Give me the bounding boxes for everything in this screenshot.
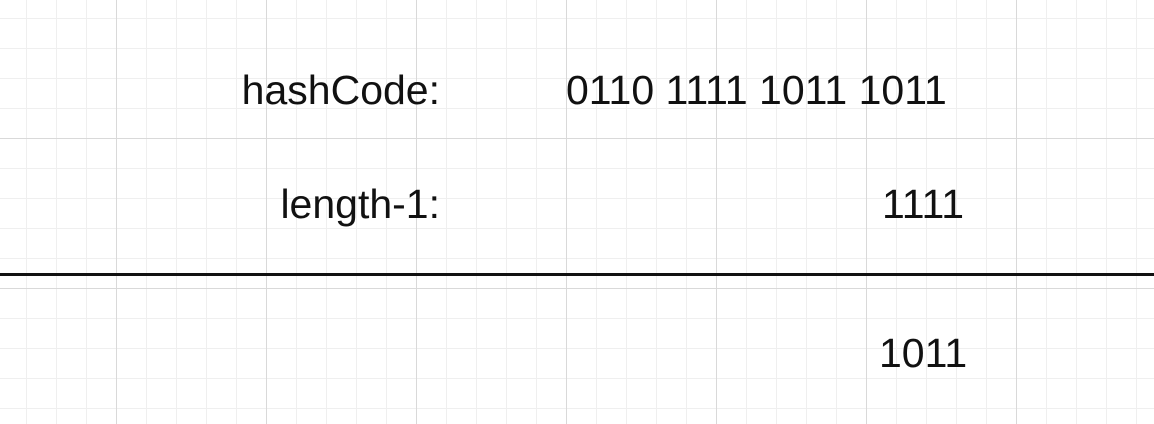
- result-value: 1011: [879, 330, 968, 376]
- hashcode-value: 0110 1111 1011 1011: [566, 67, 947, 113]
- divider-line: [0, 273, 1154, 276]
- length-minus-one-value: 1111: [882, 181, 965, 227]
- hashcode-label: hashCode:: [241, 67, 440, 113]
- grid-canvas: hashCode: 0110 1111 1011 1011 length-1: …: [0, 0, 1154, 424]
- length-minus-one-label: length-1:: [280, 181, 440, 227]
